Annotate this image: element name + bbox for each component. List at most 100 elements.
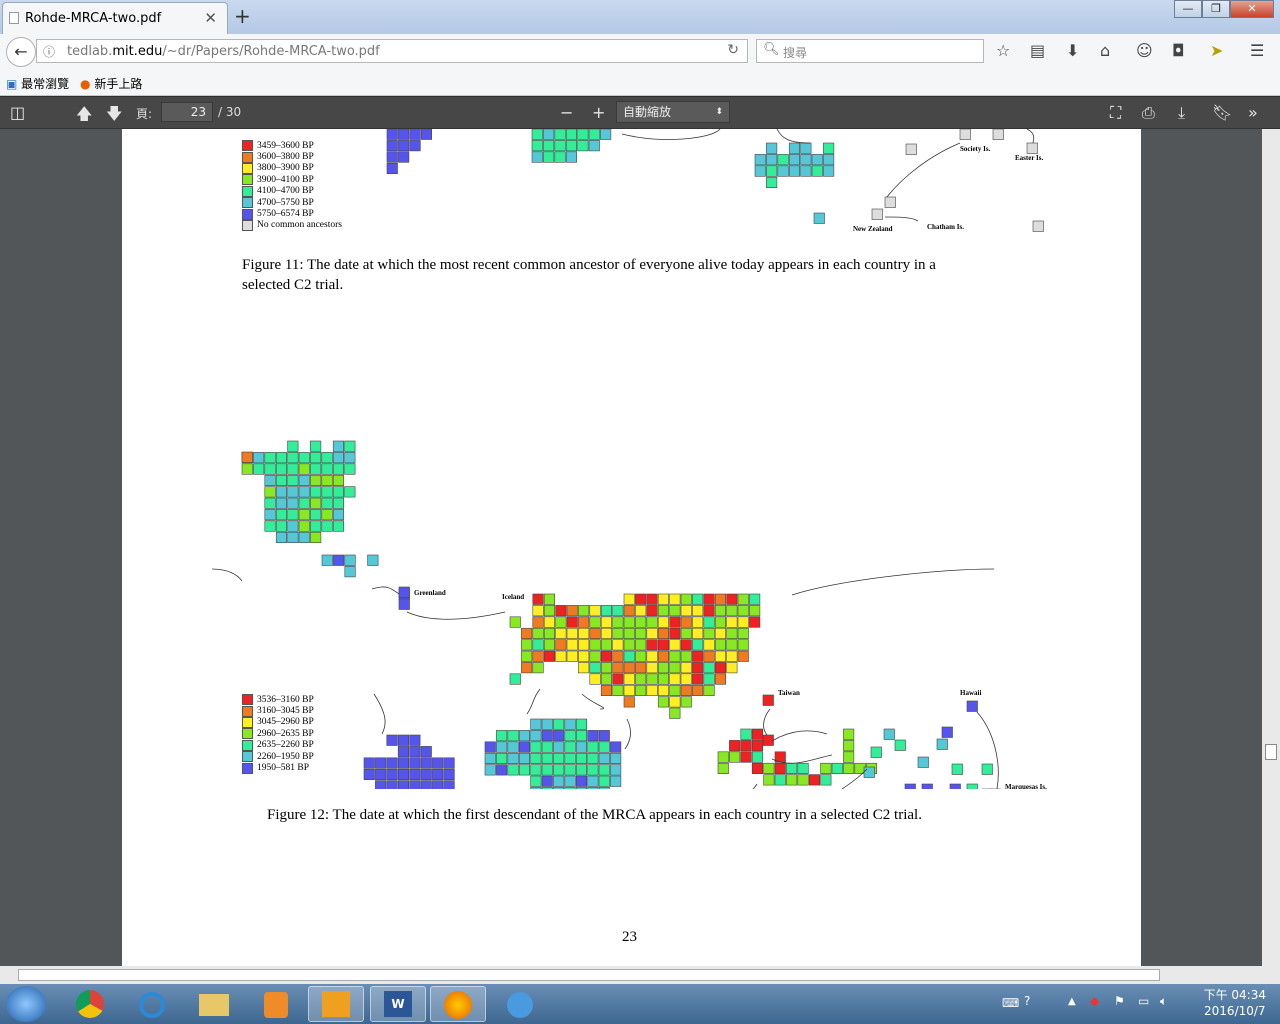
save-icon[interactable]: ⤓	[1178, 103, 1185, 123]
star-icon[interactable]: ☆	[996, 41, 1010, 60]
start-button[interactable]	[6, 986, 46, 1022]
map-cell	[344, 452, 356, 464]
vertical-scrollbar[interactable]	[1262, 129, 1280, 966]
help-tray-icon[interactable]: ?	[1024, 994, 1030, 1008]
map-cell	[714, 662, 727, 674]
download-icon[interactable]: ⬇	[1066, 41, 1079, 60]
close-window-button[interactable]: ✕	[1230, 0, 1274, 18]
reading-list-icon[interactable]: ▤	[1030, 41, 1045, 60]
map-cell	[863, 766, 875, 778]
vertical-scroll-thumb[interactable]	[1265, 744, 1277, 760]
map-cell	[612, 627, 624, 639]
migration-arrow	[211, 568, 243, 582]
flag-tray-icon[interactable]: ⚑	[1114, 994, 1125, 1008]
menu-icon[interactable]: ☰	[1250, 41, 1264, 60]
maximize-button[interactable]: ❐	[1202, 0, 1230, 18]
network-taskbar-icon[interactable]	[492, 986, 548, 1022]
map-cell	[310, 452, 322, 464]
ie-taskbar-icon[interactable]	[124, 986, 180, 1022]
antivirus-tray-icon[interactable]: ◆	[1090, 994, 1099, 1008]
map-cell	[264, 486, 276, 498]
tools-menu-icon[interactable]: »	[1248, 103, 1258, 122]
url-text[interactable]: tedlab.mit.edu/~dr/Papers/Rohde-MRCA-two…	[67, 44, 380, 59]
map-cell	[763, 774, 775, 786]
search-bar[interactable]: 🔍︎ 搜尋	[756, 39, 984, 63]
map-cell	[870, 746, 882, 758]
print-icon[interactable]: ⎙	[1142, 103, 1155, 123]
word-taskbar-icon[interactable]: W	[370, 986, 426, 1022]
map-cell	[635, 593, 647, 605]
map-cell	[575, 764, 588, 776]
map-cell	[432, 757, 444, 769]
keyboard-tray-icon[interactable]: ⌨	[1002, 996, 1019, 1010]
network-tray-icon[interactable]: ▭	[1138, 994, 1149, 1008]
map-cell	[800, 154, 812, 166]
reload-icon[interactable]: ↻	[727, 42, 739, 58]
media-taskbar-icon[interactable]	[248, 986, 304, 1022]
pdf-page: Society Is. Easter Is. New Zealand Chatham …	[122, 129, 1141, 966]
legend-label: 1950–581 BP	[257, 763, 309, 774]
map-cell	[566, 616, 578, 628]
zoom-select[interactable]: 自動縮放 ⬍	[616, 101, 730, 123]
horizontal-scroll-thumb[interactable]	[18, 969, 1160, 981]
zoom-in-icon[interactable]: +	[592, 103, 605, 122]
explorer-taskbar-icon[interactable]	[186, 986, 242, 1022]
clock[interactable]: 下午 04:34 2016/10/7	[1204, 987, 1266, 1019]
map-cell	[646, 662, 658, 674]
map-cell	[740, 751, 752, 763]
map-cell	[589, 662, 601, 674]
map-cell	[264, 452, 276, 464]
tab-close-icon[interactable]: ✕	[204, 9, 217, 27]
map-cell	[646, 627, 658, 639]
legend-swatch	[242, 162, 253, 174]
place-label: Society Is.	[960, 145, 991, 153]
map-cell	[657, 684, 670, 697]
bookmark-icon[interactable]: 🔖︎	[1212, 103, 1232, 122]
figure-12-caption: Figure 12: The date at which the first d…	[267, 807, 922, 823]
volume-tray-icon[interactable]: 🔈︎	[1160, 994, 1167, 1009]
new-tab-button[interactable]: +	[234, 4, 251, 28]
home-icon[interactable]: ⌂	[1100, 41, 1110, 60]
map-cell	[600, 650, 613, 662]
url-bar[interactable]: ⓘ tedlab.mit.edu/~dr/Papers/Rohde-MRCA-t…	[36, 39, 748, 63]
map-cell	[397, 768, 410, 781]
map-cell	[680, 650, 692, 662]
info-icon[interactable]: ⓘ	[43, 43, 55, 60]
horizontal-scrollbar[interactable]	[0, 966, 1280, 984]
chrome-taskbar-icon[interactable]	[62, 986, 118, 1022]
map-cell	[871, 208, 883, 220]
map-cell	[409, 780, 421, 789]
legend-label: No common ancestors	[257, 220, 342, 231]
zoom-out-icon[interactable]: −	[560, 103, 573, 122]
firefox-taskbar-icon[interactable]	[430, 986, 486, 1022]
map-cell	[264, 463, 276, 475]
show-hidden-icons[interactable]: ▲	[1068, 996, 1076, 1007]
map-cell	[321, 452, 333, 464]
map-cell	[646, 650, 658, 662]
fullscreen-icon[interactable]: ⛶	[1110, 103, 1121, 123]
map-cell	[657, 639, 670, 651]
outlook-taskbar-icon[interactable]	[308, 986, 364, 1022]
map-cell	[598, 730, 610, 742]
minimize-button[interactable]: —	[1174, 0, 1202, 18]
back-button[interactable]: ←	[6, 37, 36, 67]
map-cell	[554, 140, 566, 152]
tab-pdf[interactable]: Rohde-MRCA-two.pdf ✕	[2, 2, 228, 34]
map-cell	[936, 738, 948, 750]
map-cell	[623, 639, 635, 651]
cursor-icon[interactable]: ➤	[1210, 41, 1223, 60]
next-page-icon[interactable]: 🡇	[106, 103, 122, 130]
sidebar-toggle-icon[interactable]: ◫	[10, 103, 25, 122]
chat-icon[interactable]: ☺	[1136, 41, 1153, 60]
bookmark-getting-started[interactable]: ● 新手上路	[80, 75, 142, 92]
legend-label: 3045–2960 BP	[257, 717, 314, 728]
pocket-icon[interactable]: ◘	[1172, 41, 1185, 60]
previous-page-icon[interactable]: 🡅	[76, 103, 92, 130]
map-cell	[894, 739, 906, 751]
map-cell	[241, 463, 253, 475]
page-number-input[interactable]: 23	[161, 102, 213, 122]
map-cell	[751, 728, 764, 740]
bookmark-most-visited[interactable]: ▣ 最常瀏覽	[6, 75, 69, 92]
map-cell	[754, 165, 766, 177]
map-cell	[321, 554, 333, 566]
